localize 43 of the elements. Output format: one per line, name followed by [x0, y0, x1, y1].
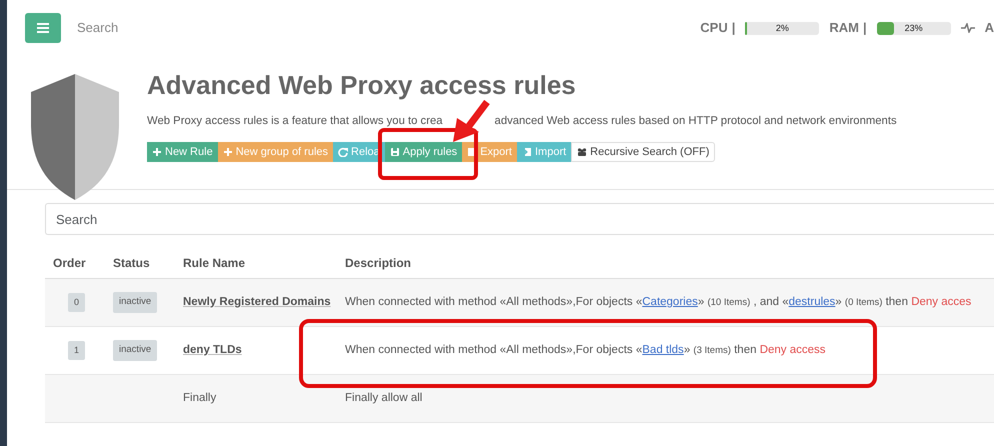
rule-description: When connected with method «All methods»,For objects «Categories» (10 Items) , and «destrules» (0 Items) then Deny acces	[345, 296, 972, 308]
meter-separator: |	[732, 19, 736, 38]
meter-label: CPU	[700, 19, 728, 38]
export-button[interactable]: Export	[462, 142, 517, 162]
people-icon	[577, 146, 588, 157]
final-rule-name: Finally	[183, 392, 216, 404]
menu-icon	[37, 23, 49, 33]
column-header: Rule Name	[183, 256, 246, 270]
meter-reading: 23%	[904, 22, 924, 34]
plus-icon	[222, 146, 233, 157]
rule-name-link[interactable]: Newly Registered Domains	[183, 296, 331, 308]
status-badge: inactive	[113, 340, 158, 361]
import-button[interactable]: Import	[516, 142, 572, 162]
object-link[interactable]: Categories	[642, 296, 698, 308]
page-description: Web Proxy access rules is a feature that allows you to crea	[147, 114, 443, 129]
column-header: Status	[113, 256, 150, 270]
floppy-icon	[390, 146, 400, 157]
new-button[interactable]: New Rule	[147, 142, 218, 162]
meter-label: RAM	[829, 19, 859, 38]
pulse-icon	[960, 23, 975, 33]
refresh-icon	[338, 146, 348, 157]
group-button[interactable]: New group of rules	[218, 142, 334, 162]
column-header: Order	[53, 256, 86, 270]
search-field[interactable]: Search	[45, 203, 994, 235]
search-field[interactable]: Search	[77, 18, 118, 38]
menu-button[interactable]	[25, 13, 61, 43]
meter-separator: |	[862, 19, 867, 38]
order-badge: 0	[68, 292, 86, 312]
meter-reading: 2%	[774, 22, 790, 34]
status-label: A	[984, 19, 994, 38]
status-badge: inactive	[113, 292, 158, 313]
object-link[interactable]: Bad tlds	[642, 344, 684, 356]
apply-button[interactable]: Apply rules	[384, 142, 462, 162]
rule-description: When connected with method «All methods»,For objects «Bad tlds» (3 Items) then Deny access	[345, 344, 826, 356]
page-description: advanced Web access rules based on HTTP protocol and network environments	[494, 114, 897, 129]
column-header: Description	[345, 256, 412, 270]
plus-icon	[152, 146, 162, 157]
final-rule-description: Finally allow all	[345, 392, 422, 404]
recursive-search-button[interactable]: Recursive Search (OFF)	[571, 142, 716, 162]
page-title: Advanced Web Proxy access rules	[147, 69, 577, 102]
order-badge: 1	[68, 340, 86, 360]
rule-name-link[interactable]: deny TLDs	[183, 344, 242, 356]
object-link[interactable]: destrules	[788, 296, 836, 308]
